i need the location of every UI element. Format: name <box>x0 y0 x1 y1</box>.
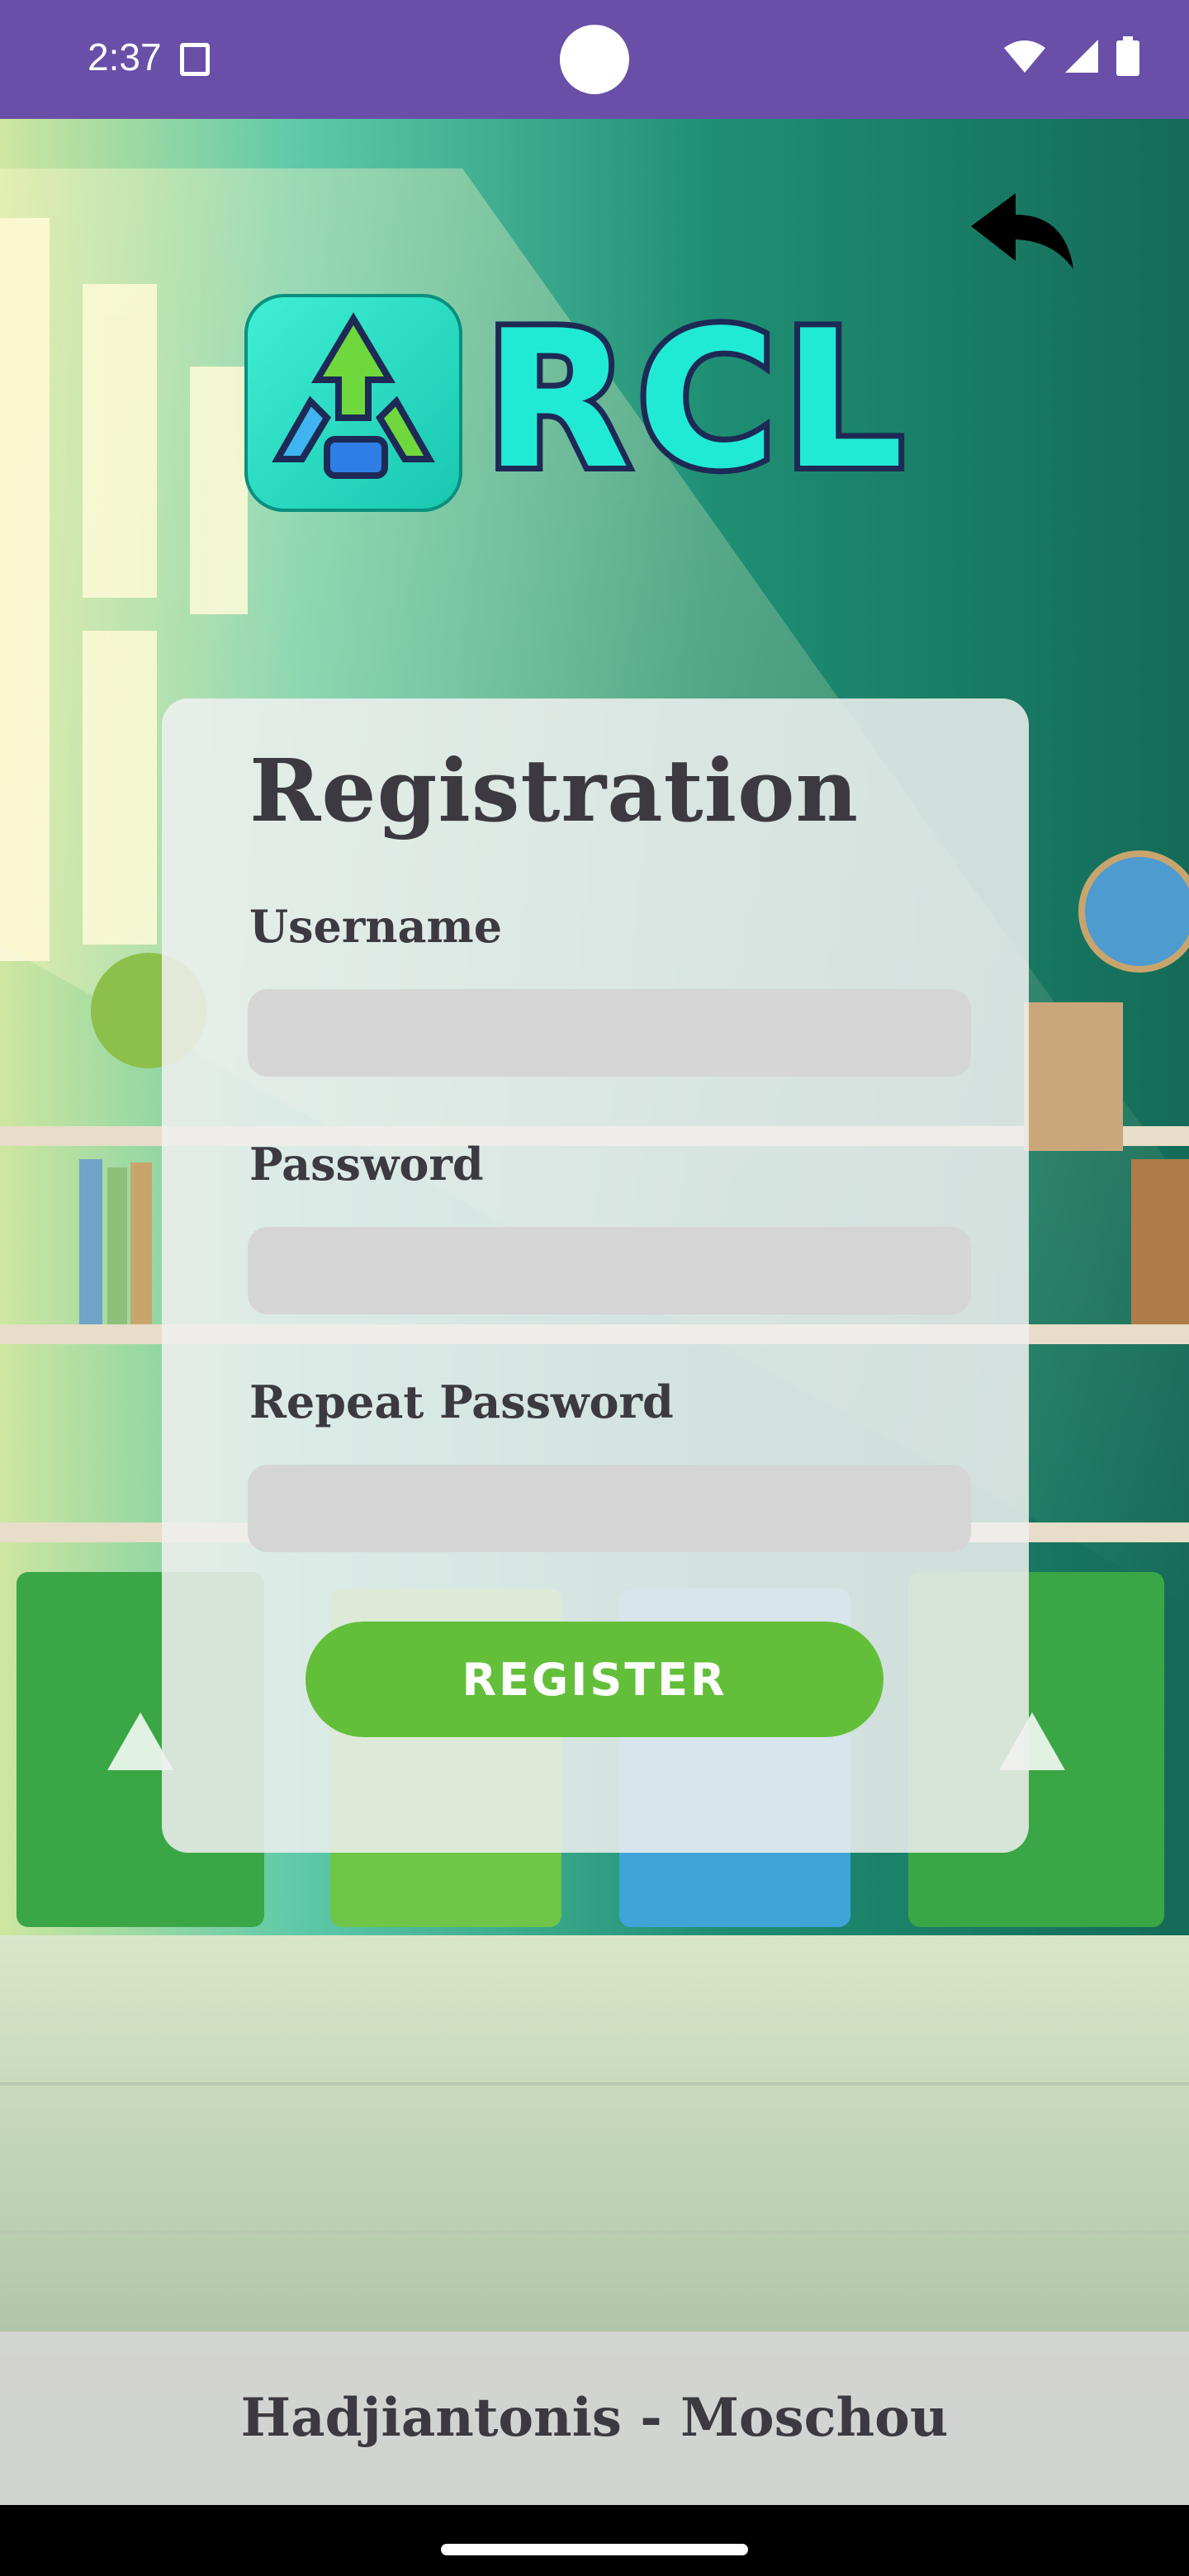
battery-icon <box>1116 36 1139 76</box>
username-field[interactable] <box>248 989 971 1077</box>
camera-cutout <box>560 25 629 94</box>
app-logo: RCL <box>244 285 946 517</box>
recycle-logo-icon <box>244 294 462 512</box>
footer-credits: Hadjiantonis - Moschou <box>0 2332 1189 2505</box>
register-button[interactable]: REGISTER <box>306 1622 883 1737</box>
page-title: Registration <box>249 740 860 841</box>
logo-text: RCL <box>478 285 911 517</box>
password-field[interactable] <box>248 1227 971 1314</box>
repeat-password-label: Repeat Password <box>249 1376 674 1428</box>
back-arrow-icon[interactable] <box>964 190 1080 281</box>
status-icons <box>1002 36 1139 76</box>
password-label: Password <box>249 1138 484 1191</box>
cell-signal-icon <box>1065 40 1098 73</box>
repeat-password-field[interactable] <box>248 1465 971 1552</box>
username-label: Username <box>249 900 503 953</box>
status-time: 2:37 <box>88 36 162 78</box>
home-gesture-handle[interactable] <box>441 2544 748 2555</box>
registration-form: Registration Username Password Repeat Pa… <box>162 698 1029 1853</box>
sim-card-icon <box>180 43 210 76</box>
status-bar: 2:37 <box>0 0 1189 119</box>
system-nav-bar <box>0 2505 1189 2576</box>
wifi-icon <box>1004 40 1045 73</box>
